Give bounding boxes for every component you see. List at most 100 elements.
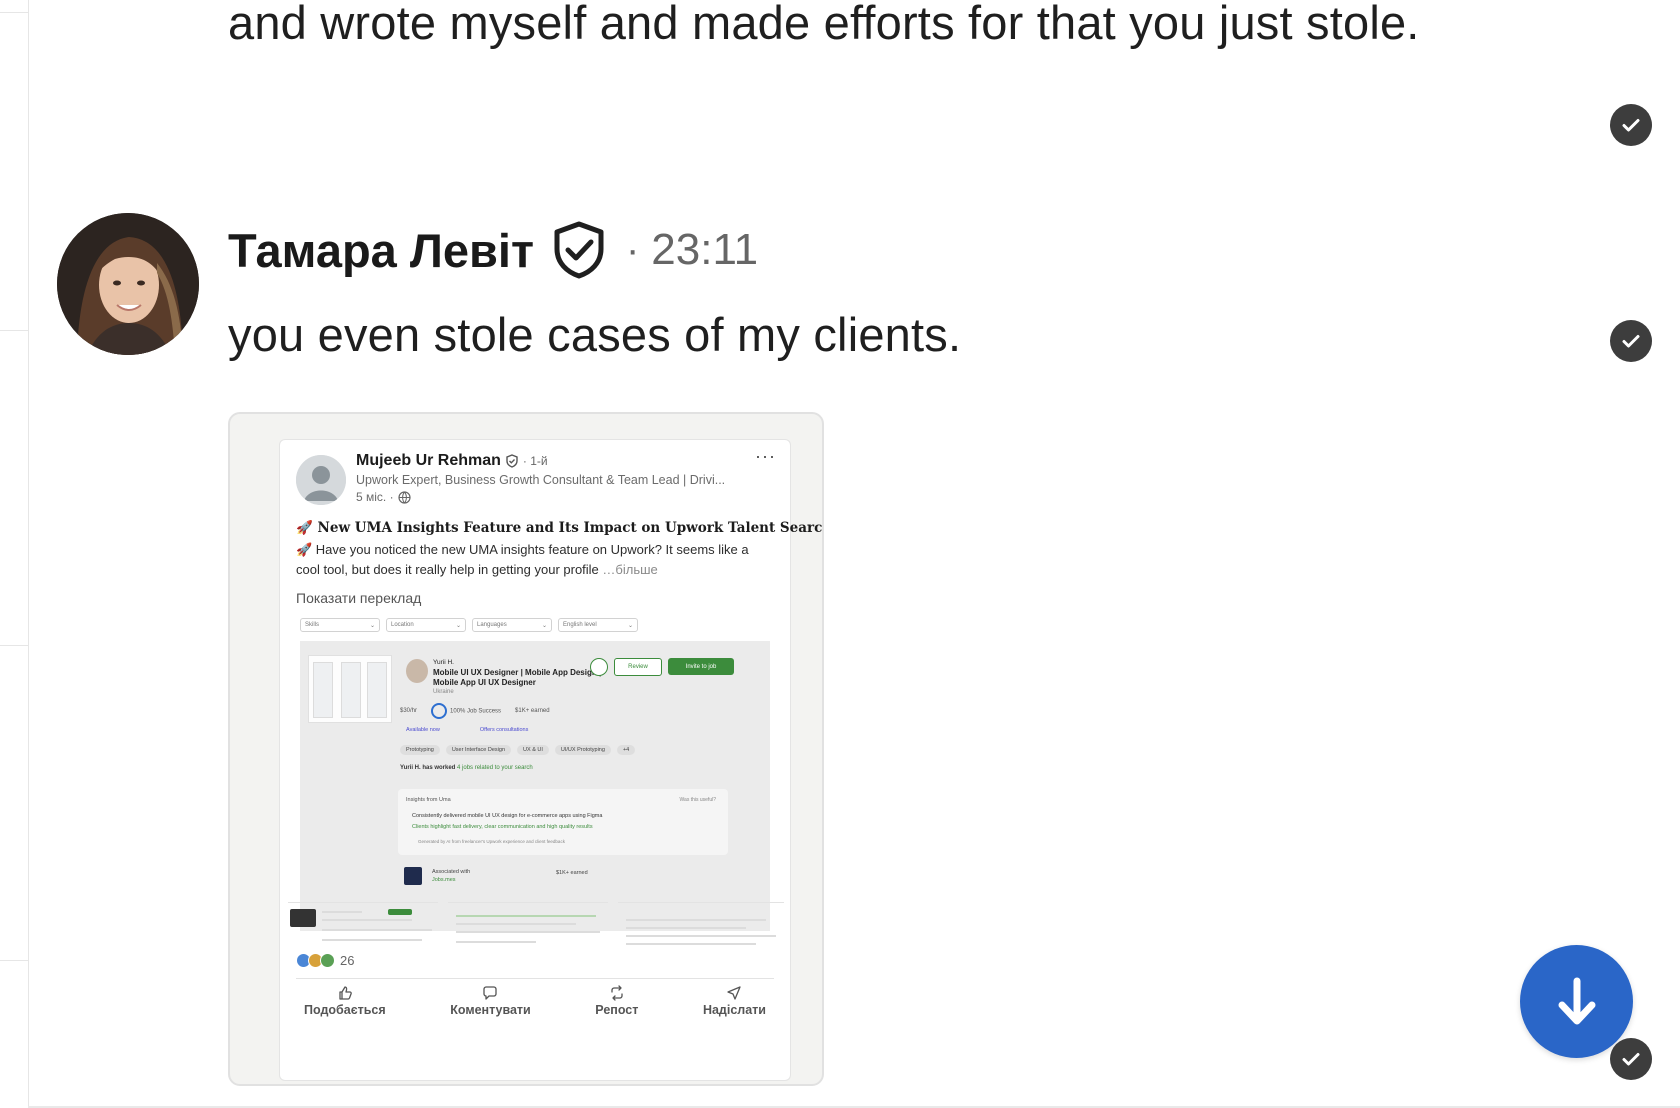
comment-icon xyxy=(483,986,498,1000)
comment-label: Коментувати xyxy=(450,1003,531,1017)
post-body-text: 🚀 Have you noticed the new UMA insights … xyxy=(296,542,749,577)
filter-dropdown: Location ⌄ xyxy=(386,618,466,632)
check-circle-icon xyxy=(1610,1038,1652,1080)
image-attachment[interactable]: Mujeeb Ur Rehman · 1-й Upwork Expert, Bu… xyxy=(228,412,824,1086)
send-action: Надіслати xyxy=(695,985,774,1017)
support-reaction-icon xyxy=(320,953,335,968)
post-title: 🚀 New UMA Insights Feature and Its Impac… xyxy=(296,520,824,536)
worked-link: 4 jobs related to your search xyxy=(457,765,533,771)
insights-footer: Generated by AI from freelancer's Upwork… xyxy=(418,839,565,844)
comment-action: Коментувати xyxy=(442,985,539,1017)
more-options-icon: ··· xyxy=(755,446,776,466)
message-header: Тамара Левіт · 23:11 xyxy=(228,215,758,285)
verified-icon xyxy=(506,454,518,468)
scroll-to-bottom-button[interactable] xyxy=(1520,945,1633,1058)
earned-amount: $1K+ earned xyxy=(515,708,550,714)
shield-check-icon xyxy=(554,221,604,279)
post-divider xyxy=(296,978,774,979)
filter-label: Location xyxy=(391,622,414,628)
post-age: 5 міс. · xyxy=(356,490,394,504)
like-action: Подобається xyxy=(296,985,394,1017)
linkedin-post-screenshot: Mujeeb Ur Rehman · 1-й Upwork Expert, Bu… xyxy=(279,439,822,1081)
post-meta: 5 міс. · xyxy=(356,490,411,504)
post-author: Mujeeb Ur Rehman · 1-й xyxy=(356,452,548,470)
filter-label: Languages xyxy=(477,622,507,628)
time-separator: · xyxy=(625,227,640,272)
screenshot-fragment xyxy=(288,902,438,951)
message-text-content: and wrote myself and made efforts for th… xyxy=(228,0,1420,49)
freelancer-card: Yurii H. Mobile UI UX Designer | Mobile … xyxy=(300,641,770,931)
message-text-content: you even stole cases of my clients. xyxy=(228,308,962,361)
filter-label: Skills xyxy=(305,622,320,628)
message-text: you even stole cases of my clients. xyxy=(228,299,961,371)
see-more-link: …більше xyxy=(602,562,658,577)
worked-prefix: Yurii H. has worked xyxy=(400,765,456,771)
send-label: Надіслати xyxy=(702,1003,766,1017)
screenshot-fragment xyxy=(618,902,784,951)
insights-feedback: Was this useful? xyxy=(679,797,717,803)
chevron-down-icon: ⌄ xyxy=(541,622,547,629)
repost-action: Репост xyxy=(587,985,646,1017)
thumbs-up-icon xyxy=(339,986,352,1000)
sender-name[interactable]: Тамара Левіт xyxy=(228,223,534,278)
skill-tag: Prototyping xyxy=(400,745,440,755)
show-translation-link: Показати переклад xyxy=(296,590,422,606)
more-screenshots-strip xyxy=(288,902,784,952)
portfolio-thumbnails xyxy=(308,655,392,723)
repost-label: Репост xyxy=(595,1003,639,1017)
rail-divider xyxy=(0,12,28,13)
associated-text: Associated with Jobs.mes xyxy=(432,868,470,884)
portfolio-thumb xyxy=(313,662,333,718)
upwork-filters: Skills ⌄ Location ⌄ Languages ⌄ English lev… xyxy=(300,618,638,632)
left-sidebar-edge xyxy=(0,0,29,1108)
job-success: 100% Job Success xyxy=(431,703,501,719)
freelancer-availability: Available now Offers consultations xyxy=(406,727,528,733)
associated-earned: $1K+ earned xyxy=(556,870,588,876)
skill-tag: UI/UX Prototyping xyxy=(554,745,611,755)
job-success-text: 100% Job Success xyxy=(450,708,502,715)
check-circle-icon xyxy=(1610,104,1652,146)
offers-consultations: Offers consultations xyxy=(479,727,529,733)
message-text: and wrote myself and made efforts for th… xyxy=(228,0,1468,59)
filter-dropdown: Languages ⌄ xyxy=(472,618,552,632)
associated-link: Jobs.mes xyxy=(432,877,456,883)
reactions-summary: 26 xyxy=(296,953,354,968)
job-success-ring xyxy=(431,703,448,719)
portfolio-thumb xyxy=(367,662,387,718)
globe-icon xyxy=(397,490,411,504)
upwork-profile-screenshot: Yurii H. Mobile UI UX Designer | Mobile … xyxy=(300,641,770,931)
reactions-count: 26 xyxy=(340,953,355,968)
repost-icon xyxy=(611,985,623,1001)
filter-dropdown: Skills ⌄ xyxy=(300,618,380,632)
insight-line: Consistently delivered mobile UI UX desi… xyxy=(412,813,603,819)
freelancer-avatar xyxy=(406,659,428,683)
chevron-down-icon: ⌄ xyxy=(369,622,375,629)
message-time: 23:11 xyxy=(651,225,759,274)
associated-agency: Associated with Jobs.mes xyxy=(404,867,470,885)
agency-logo xyxy=(404,867,422,885)
skill-tag: UX & UI xyxy=(517,745,549,755)
rail-divider xyxy=(0,330,28,331)
post-body: 🚀 Have you noticed the new UMA insights … xyxy=(296,540,766,580)
filter-dropdown: English level ⌄ xyxy=(558,618,638,632)
uma-insights-box: Insights from Uma Was this useful? Consi… xyxy=(398,789,728,855)
sender-avatar[interactable] xyxy=(57,213,199,355)
freelancer-location: Ukraine xyxy=(433,689,454,695)
post-author-avatar xyxy=(296,455,346,505)
insight-line: Clients highlight fast delivery, clear c… xyxy=(412,824,593,830)
available-now: Available now xyxy=(406,727,440,733)
hourly-rate: $30/hr xyxy=(400,708,418,714)
post-actions: Подобається Коментувати Репост Надіслати xyxy=(296,985,774,1017)
chevron-down-icon: ⌄ xyxy=(627,622,633,629)
insights-title: Insights from Uma xyxy=(406,797,451,803)
skill-tag: User Interface Design xyxy=(445,745,512,755)
screenshot-fragment xyxy=(448,902,608,951)
rail-divider xyxy=(0,960,28,961)
freelancer-title: Mobile UI UX Designer | Mobile App Desig… xyxy=(433,668,602,687)
arrow-down-icon xyxy=(1558,977,1595,1024)
review-button: Review xyxy=(614,658,662,676)
heart-icon xyxy=(590,658,608,676)
freelancer-stats: $30/hr 100% Job Success $1K+ earned xyxy=(400,703,550,719)
worked-jobs: Yurii H. has worked 4 jobs related to yo… xyxy=(400,765,533,771)
skill-tag: +4 xyxy=(616,745,636,755)
